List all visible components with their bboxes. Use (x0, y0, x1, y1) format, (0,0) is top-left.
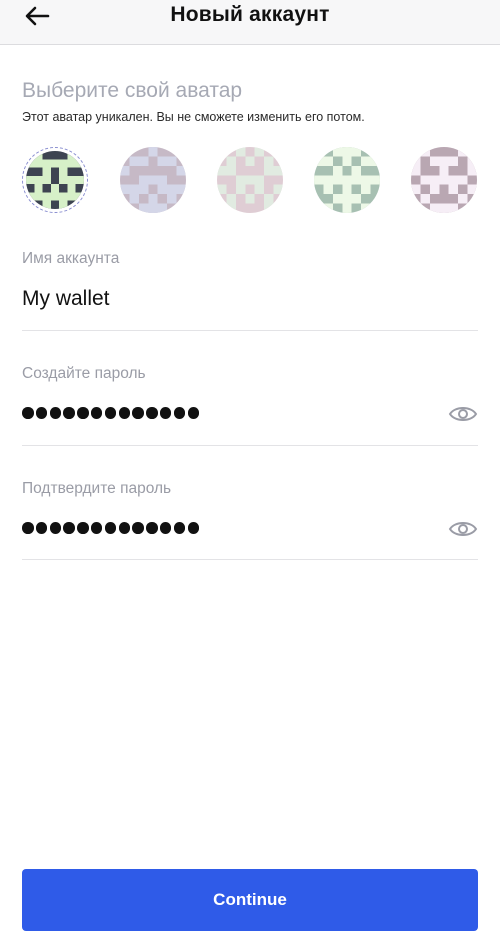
password-dot (159, 522, 172, 534)
password-dot (159, 407, 172, 419)
avatar-option-1[interactable] (22, 147, 88, 213)
confirm-password-field[interactable]: Подтвердите пароль (22, 478, 478, 560)
password-dot (63, 407, 75, 419)
password-dot (63, 522, 75, 534)
avatar-identicon (314, 147, 380, 213)
account-name-input[interactable]: My wallet (22, 287, 110, 311)
account-name-label: Имя аккаунта (22, 250, 120, 267)
avatar-option-2[interactable] (120, 147, 186, 213)
avatar-option-4[interactable] (314, 147, 380, 213)
password-dot (22, 522, 34, 534)
password-dot (118, 407, 131, 419)
avatar-identicon (120, 147, 186, 213)
confirm-password-input[interactable] (22, 522, 200, 534)
password-dot (35, 522, 48, 534)
avatar-identicon (26, 151, 84, 209)
password-dot (146, 522, 158, 534)
password-dot (173, 522, 186, 534)
password-dot (146, 407, 158, 419)
avatar-section-title: Выберите свой аватар (22, 79, 243, 102)
password-dot (132, 407, 144, 419)
password-dot (35, 407, 48, 419)
password-dot (22, 407, 34, 419)
password-dot (173, 407, 186, 419)
avatar-identicon (217, 147, 283, 213)
password-label: Создайте пароль (22, 365, 146, 382)
account-name-field[interactable]: Имя аккаунта My wallet (22, 248, 478, 331)
password-field[interactable]: Создайте пароль (22, 363, 478, 446)
password-dot (104, 407, 117, 419)
password-dot (187, 407, 200, 419)
password-dot (49, 522, 62, 534)
password-dot (132, 522, 144, 534)
continue-button[interactable]: Continue (22, 869, 478, 931)
eye-icon[interactable] (448, 519, 478, 539)
avatar-picker (22, 147, 478, 213)
password-dot (90, 407, 103, 419)
nav-header: Новый аккаунт (0, 0, 500, 45)
avatar-section-subtitle: Этот аватар уникален. Вы не сможете изме… (22, 110, 365, 124)
password-dot (77, 407, 89, 419)
password-dot (104, 522, 117, 534)
page-title: Новый аккаунт (170, 3, 330, 26)
password-dot (118, 522, 131, 534)
avatar-option-3[interactable] (217, 147, 283, 213)
password-dot (77, 522, 89, 534)
eye-icon[interactable] (448, 404, 478, 424)
avatar-option-5[interactable] (411, 147, 477, 213)
password-dot (49, 407, 62, 419)
avatar-identicon (411, 147, 477, 213)
password-input[interactable] (22, 407, 200, 419)
password-dot (187, 522, 200, 534)
confirm-password-label: Подтвердите пароль (22, 480, 172, 497)
password-dot (90, 522, 103, 534)
